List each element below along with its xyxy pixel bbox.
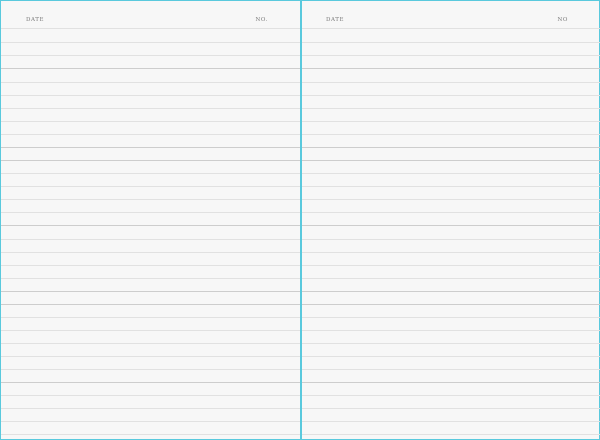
ruled-line — [1, 55, 300, 56]
ruled-line — [1, 95, 300, 96]
ruled-line — [1, 68, 300, 69]
ruled-line — [302, 225, 600, 226]
ruled-line — [1, 265, 300, 266]
ruled-line — [1, 173, 300, 174]
left-page: DATE NO. — [1, 1, 300, 440]
ruled-line — [302, 252, 600, 253]
ruled-line — [1, 278, 300, 279]
ruled-line — [302, 199, 600, 200]
ruled-lines — [1, 1, 300, 440]
ruled-line — [302, 304, 600, 305]
ruled-line — [302, 330, 600, 331]
ruled-line — [1, 395, 300, 396]
ruled-line — [1, 291, 300, 292]
ruled-line — [1, 408, 300, 409]
ruled-line — [302, 173, 600, 174]
ruled-line — [302, 382, 600, 383]
ruled-line — [302, 239, 600, 240]
ruled-line — [302, 68, 600, 69]
ruled-line — [302, 421, 600, 422]
ruled-line — [1, 343, 300, 344]
ruled-line — [302, 147, 600, 148]
ruled-line — [1, 330, 300, 331]
ruled-line — [1, 434, 300, 435]
ruled-line — [302, 317, 600, 318]
ruled-line — [302, 42, 600, 43]
ruled-line — [1, 252, 300, 253]
ruled-line — [1, 28, 300, 29]
ruled-line — [1, 121, 300, 122]
ruled-line — [1, 160, 300, 161]
ruled-line — [1, 239, 300, 240]
ruled-line — [302, 408, 600, 409]
ruled-line — [302, 160, 600, 161]
ruled-line — [1, 304, 300, 305]
ruled-line — [1, 356, 300, 357]
ruled-line — [1, 369, 300, 370]
ruled-line — [1, 199, 300, 200]
ruled-line — [302, 395, 600, 396]
ruled-line — [302, 278, 600, 279]
ruled-line — [302, 291, 600, 292]
ruled-line — [302, 82, 600, 83]
ruled-line — [302, 356, 600, 357]
ruled-line — [302, 434, 600, 435]
ruled-line — [302, 265, 600, 266]
notebook-spread: DATE NO. DATE NO — [0, 0, 600, 440]
ruled-line — [302, 95, 600, 96]
ruled-lines — [302, 1, 600, 440]
ruled-line — [302, 108, 600, 109]
ruled-line — [1, 317, 300, 318]
ruled-line — [1, 421, 300, 422]
ruled-line — [1, 108, 300, 109]
right-page: DATE NO — [302, 1, 600, 440]
ruled-line — [302, 28, 600, 29]
ruled-line — [1, 42, 300, 43]
ruled-line — [1, 82, 300, 83]
ruled-line — [1, 225, 300, 226]
ruled-line — [302, 212, 600, 213]
ruled-line — [302, 343, 600, 344]
ruled-line — [302, 369, 600, 370]
ruled-line — [1, 147, 300, 148]
ruled-line — [1, 382, 300, 383]
ruled-line — [1, 212, 300, 213]
ruled-line — [302, 121, 600, 122]
ruled-line — [1, 186, 300, 187]
ruled-line — [1, 134, 300, 135]
ruled-line — [302, 55, 600, 56]
ruled-line — [302, 186, 600, 187]
ruled-line — [302, 134, 600, 135]
